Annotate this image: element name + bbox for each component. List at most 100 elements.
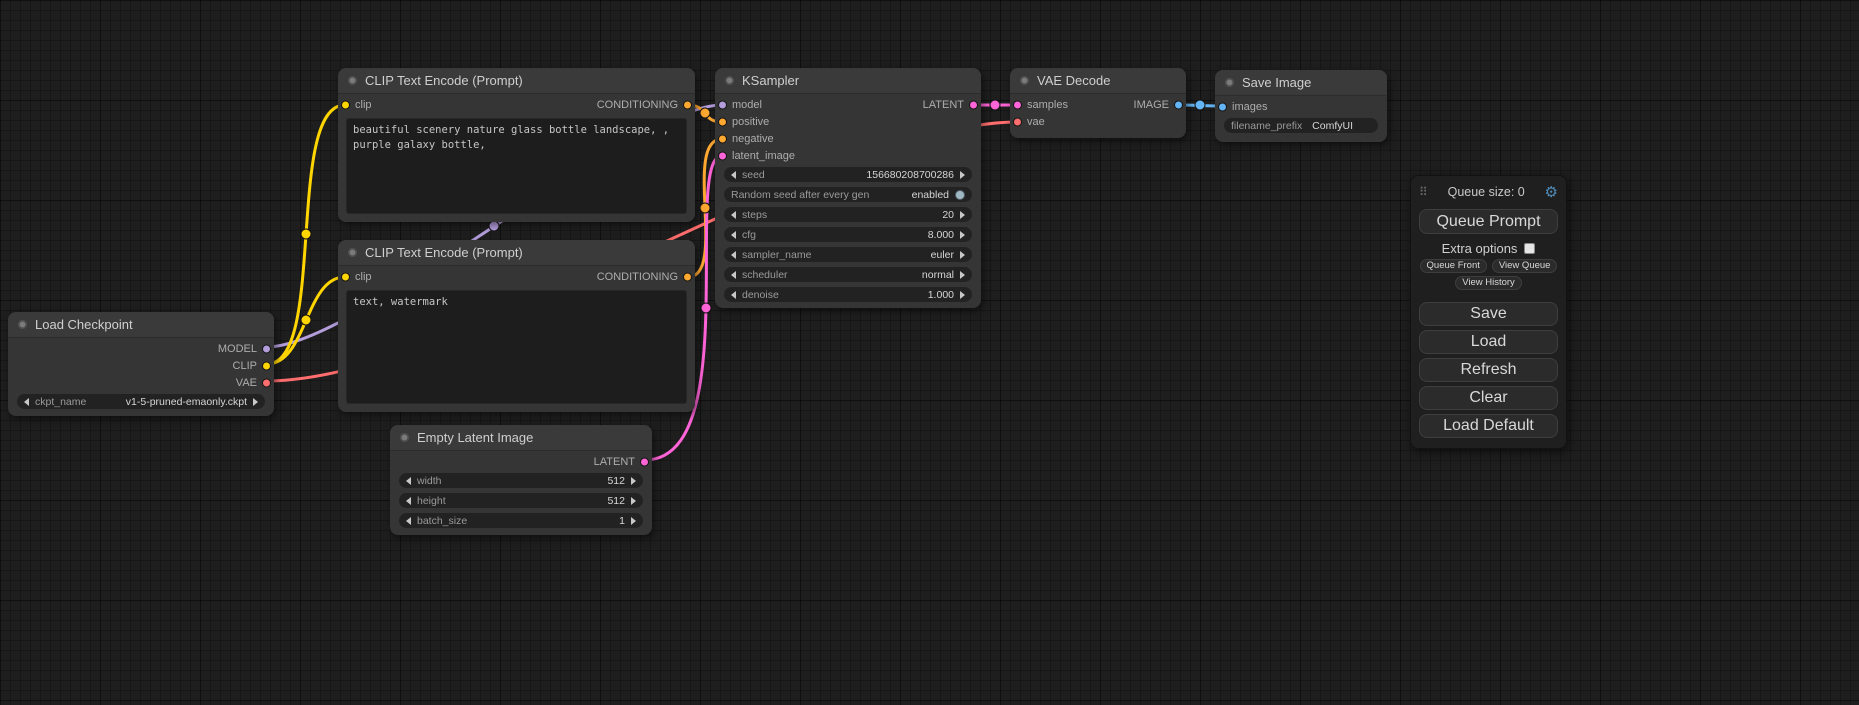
vae-input-dot[interactable] [1013, 117, 1022, 126]
load-default-button[interactable]: Load Default [1419, 414, 1558, 438]
decrement-arrow-icon[interactable] [731, 291, 736, 299]
clear-button[interactable]: Clear [1419, 386, 1558, 410]
drag-handle-icon[interactable]: ⠿ [1419, 185, 1428, 199]
samples-input-dot[interactable] [1013, 100, 1022, 109]
images-input-dot[interactable] [1218, 102, 1227, 111]
conditioning-output-dot[interactable] [683, 100, 692, 109]
collapse-dot-icon[interactable] [1020, 76, 1029, 85]
increment-arrow-icon[interactable] [631, 517, 636, 525]
save-button[interactable]: Save [1419, 302, 1558, 326]
decrement-arrow-icon[interactable] [406, 497, 411, 505]
model-input-dot[interactable] [718, 100, 727, 109]
steps-widget[interactable]: steps 20 [724, 207, 972, 222]
decrement-arrow-icon[interactable] [731, 231, 736, 239]
prompt-textarea[interactable]: text, watermark [346, 290, 687, 404]
collapse-dot-icon[interactable] [400, 433, 409, 442]
clip-input-dot[interactable] [341, 100, 350, 109]
input-slot-model[interactable]: model [715, 96, 981, 113]
increment-arrow-icon[interactable] [960, 231, 965, 239]
next-arrow-icon[interactable] [960, 271, 965, 279]
decrement-arrow-icon[interactable] [731, 211, 736, 219]
load-button[interactable]: Load [1419, 330, 1558, 354]
collapse-dot-icon[interactable] [18, 320, 27, 329]
node-ksampler[interactable]: KSampler LATENT model positive negative … [715, 68, 981, 308]
node-save-image[interactable]: Save Image images filename_prefix ComfyU… [1215, 70, 1387, 142]
node-title-bar[interactable]: Save Image [1215, 70, 1387, 96]
output-slot-latent[interactable]: LATENT [390, 453, 652, 470]
view-queue-button[interactable]: View Queue [1492, 259, 1558, 273]
collapse-dot-icon[interactable] [1225, 78, 1234, 87]
model-slot-dot[interactable] [262, 344, 271, 353]
decrement-arrow-icon[interactable] [406, 517, 411, 525]
input-slot-samples[interactable]: samples [1010, 96, 1186, 113]
seed-widget[interactable]: seed 156680208700286 [724, 167, 972, 182]
ckpt-name-widget[interactable]: ckpt_name v1-5-pruned-emaonly.ckpt [17, 394, 265, 409]
width-widget[interactable]: width 512 [399, 473, 643, 488]
queue-front-button[interactable]: Queue Front [1420, 259, 1487, 273]
decrement-arrow-icon[interactable] [406, 477, 411, 485]
collapse-dot-icon[interactable] [348, 76, 357, 85]
settings-gear-icon[interactable]: ⚙ [1545, 183, 1558, 201]
decrement-arrow-icon[interactable] [731, 171, 736, 179]
collapse-dot-icon[interactable] [725, 76, 734, 85]
refresh-button[interactable]: Refresh [1419, 358, 1558, 382]
latent-slot-dot[interactable] [640, 457, 649, 466]
denoise-widget[interactable]: denoise 1.000 [724, 287, 972, 302]
negative-input-dot[interactable] [718, 134, 727, 143]
increment-arrow-icon[interactable] [960, 291, 965, 299]
node-title-bar[interactable]: KSampler [715, 68, 981, 94]
conditioning-output-dot[interactable] [683, 272, 692, 281]
increment-arrow-icon[interactable] [631, 477, 636, 485]
increment-arrow-icon[interactable] [960, 171, 965, 179]
node-title-bar[interactable]: Load Checkpoint [8, 312, 274, 338]
output-slot-clip[interactable]: CLIP [8, 357, 274, 374]
batch-size-widget[interactable]: batch_size 1 [399, 513, 643, 528]
input-slot-positive[interactable]: positive [715, 113, 981, 130]
positive-input-dot[interactable] [718, 117, 727, 126]
node-load-checkpoint[interactable]: Load Checkpoint MODEL CLIP VAE ckpt_name… [8, 312, 274, 416]
widget-value: ComfyUI [1312, 120, 1353, 132]
prev-arrow-icon[interactable] [24, 398, 29, 406]
node-title-bar[interactable]: CLIP Text Encode (Prompt) [338, 68, 695, 94]
vae-slot-dot[interactable] [262, 378, 271, 387]
queue-prompt-button[interactable]: Queue Prompt [1419, 209, 1558, 234]
input-slot-vae[interactable]: vae [1010, 113, 1186, 130]
clip-input-dot[interactable] [341, 272, 350, 281]
next-arrow-icon[interactable] [253, 398, 258, 406]
sampler-name-widget[interactable]: sampler_name euler [724, 247, 972, 262]
output-slot-model[interactable]: MODEL [8, 340, 274, 357]
height-widget[interactable]: height 512 [399, 493, 643, 508]
clip-slot-dot[interactable] [262, 361, 271, 370]
node-title-bar[interactable]: VAE Decode [1010, 68, 1186, 94]
graph-canvas[interactable]: Load Checkpoint MODEL CLIP VAE ckpt_name… [0, 0, 1859, 705]
cfg-widget[interactable]: cfg 8.000 [724, 227, 972, 242]
input-slot-images[interactable]: images [1215, 98, 1387, 115]
input-slot-negative[interactable]: negative [715, 130, 981, 147]
prev-arrow-icon[interactable] [731, 251, 736, 259]
next-arrow-icon[interactable] [960, 251, 965, 259]
node-empty-latent-image[interactable]: Empty Latent Image LATENT width 512 heig… [390, 425, 652, 535]
random-seed-widget[interactable]: Random seed after every gen enabled [724, 187, 972, 202]
extra-options-label: Extra options [1442, 241, 1518, 256]
filename-prefix-widget[interactable]: filename_prefix ComfyUI [1224, 118, 1378, 133]
node-clip-text-encode-positive[interactable]: CLIP Text Encode (Prompt) clip CONDITION… [338, 68, 695, 222]
node-title-bar[interactable]: Empty Latent Image [390, 425, 652, 451]
prev-arrow-icon[interactable] [731, 271, 736, 279]
latent-image-input-dot[interactable] [718, 151, 727, 160]
node-vae-decode[interactable]: VAE Decode IMAGE samples vae [1010, 68, 1186, 138]
output-slot-vae[interactable]: VAE [8, 374, 274, 391]
toggle-dot-icon[interactable] [955, 190, 965, 200]
node-title: CLIP Text Encode (Prompt) [365, 245, 523, 260]
menu-header: ⠿ Queue size: 0 ⚙ [1419, 182, 1558, 202]
increment-arrow-icon[interactable] [960, 211, 965, 219]
node-title-bar[interactable]: CLIP Text Encode (Prompt) [338, 240, 695, 266]
widget-value: 512 [607, 475, 625, 487]
view-history-button[interactable]: View History [1455, 276, 1522, 290]
extra-options-checkbox[interactable] [1524, 243, 1535, 254]
collapse-dot-icon[interactable] [348, 248, 357, 257]
node-clip-text-encode-negative[interactable]: CLIP Text Encode (Prompt) clip CONDITION… [338, 240, 695, 412]
input-slot-latent-image[interactable]: latent_image [715, 147, 981, 164]
prompt-textarea[interactable]: beautiful scenery nature glass bottle la… [346, 118, 687, 214]
increment-arrow-icon[interactable] [631, 497, 636, 505]
scheduler-widget[interactable]: scheduler normal [724, 267, 972, 282]
